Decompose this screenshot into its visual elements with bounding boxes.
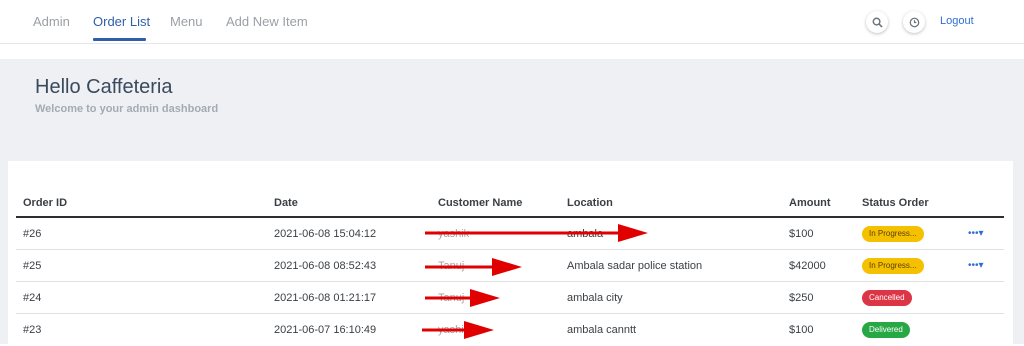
order-location: Ambala sadar police station [567,260,703,272]
order-id: #25 [23,260,42,272]
page-title: Hello Caffeteria [35,76,173,98]
search-button[interactable] [866,11,888,33]
top-navbar: Admin Order List Menu Add New Item Logou… [0,0,1024,44]
col-header-location[interactable]: Location [567,197,613,209]
col-header-status-order[interactable]: Status Order [862,197,929,209]
table-row[interactable]: #23 2021-06-07 16:10:49 yashik ambala ca… [16,314,1004,346]
active-tab-indicator [93,38,146,41]
col-header-amount[interactable]: Amount [789,197,831,209]
order-id: #26 [23,228,42,240]
table-row[interactable]: #24 2021-06-08 01:21:17 Tanuj ambala cit… [16,282,1004,314]
status-badge: In Progress... [862,226,924,242]
status-badge: Delivered [862,322,910,338]
search-icon [872,17,883,28]
order-amount: $42000 [789,260,826,272]
col-header-order-id[interactable]: Order ID [23,197,67,209]
order-date: 2021-06-08 15:04:12 [274,228,377,240]
order-location: ambala canntt [567,324,637,336]
page-subtitle: Welcome to your admin dashboard [35,103,219,115]
table-row[interactable]: #26 2021-06-08 15:04:12 yashik ambala $1… [16,218,1004,250]
nav-menu[interactable]: Menu [170,14,203,29]
more-dots-icon: ••• [968,228,979,239]
customer-name: yashik [438,228,470,240]
row-actions-menu[interactable]: •••▾ [968,260,984,271]
clock-icon [909,17,919,27]
customer-name: Tanuj [438,292,465,304]
logout-link[interactable]: Logout [940,15,974,27]
col-header-date[interactable]: Date [274,197,298,209]
nav-admin[interactable]: Admin [33,14,70,29]
status-badge: Cancelled [862,290,912,306]
nav-add-new-item[interactable]: Add New Item [226,14,308,29]
more-dots-icon: ••• [968,260,979,271]
nav-order-list[interactable]: Order List [93,14,150,29]
order-amount: $250 [789,292,814,304]
order-amount: $100 [789,228,814,240]
order-date: 2021-06-08 01:21:17 [274,292,377,304]
col-header-customer-name[interactable]: Customer Name [438,197,522,209]
table-row[interactable]: #25 2021-06-08 08:52:43 Tanuj Ambala sad… [16,250,1004,282]
order-location: ambala [567,228,604,240]
order-date: 2021-06-08 08:52:43 [274,260,377,272]
order-id: #24 [23,292,42,304]
customer-name: yashik [438,324,470,336]
status-badge: In Progress... [862,258,924,274]
history-button[interactable] [903,11,925,33]
order-id: #23 [23,324,42,336]
order-date: 2021-06-07 16:10:49 [274,324,377,336]
customer-name: Tanuj [438,260,465,272]
order-amount: $100 [789,324,814,336]
row-actions-menu[interactable]: •••▾ [968,228,984,239]
order-location: ambala city [567,292,623,304]
